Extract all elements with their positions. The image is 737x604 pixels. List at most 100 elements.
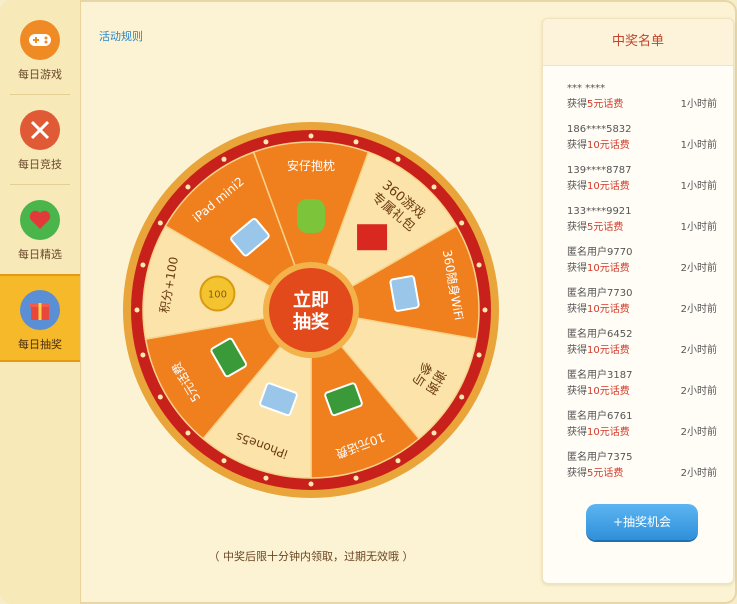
- sidebar-item-label: 每日游戏: [18, 68, 62, 81]
- winner-time: 2小时前: [680, 304, 717, 315]
- winner-prize-row: 获得10元话费 2小时前: [567, 343, 727, 359]
- winner-time: 2小时前: [680, 263, 717, 274]
- rim-dot: [263, 475, 269, 481]
- center-label-1: 立即: [293, 289, 329, 311]
- rim-dot: [308, 133, 314, 139]
- sidebar-item-daily-lottery[interactable]: 每日抽奖: [0, 274, 80, 362]
- winner-prize: 10元话费: [587, 181, 630, 192]
- rim-dot: [482, 307, 488, 313]
- winner-time: 1小时前: [680, 99, 717, 110]
- app-window: 每日游戏 每日竞技 每日精选 每日抽奖 活动规则 安仔抱枕 360游戏 专属礼包…: [0, 0, 737, 604]
- winner-user: 133****9921: [567, 206, 632, 217]
- winner-prize: 10元话费: [587, 304, 630, 315]
- prize-wheel-svg: 安仔抱枕360游戏专属礼包360随身WiFi谢谢参与10元话费iPhone5s5…: [123, 122, 499, 498]
- sidebar-item-label: 每日抽奖: [18, 338, 62, 351]
- claim-note: （ 中奖后限十分钟内领取，过期无效哦 ）: [208, 550, 414, 563]
- sidebar-item-daily-competition[interactable]: 每日竞技: [0, 96, 80, 180]
- rules-link[interactable]: 活动规则: [99, 28, 143, 44]
- winner-entry: 匿名用户7730 获得10元话费 2小时前: [567, 286, 727, 318]
- winner-time: 2小时前: [680, 468, 717, 479]
- winner-prefix: 获得: [567, 140, 587, 151]
- gift-box-icon: [357, 224, 388, 251]
- add-chance-button[interactable]: +抽奖机会: [586, 504, 698, 540]
- panel-title: 中奖名单: [543, 19, 733, 66]
- winner-prefix: 获得: [567, 263, 587, 274]
- wheel-segment-label: 安仔抱枕: [287, 158, 335, 173]
- winner-prefix: 获得: [567, 99, 587, 110]
- divider: [10, 184, 70, 185]
- winner-entry: 匿名用户6452 获得10元话费 2小时前: [567, 327, 727, 359]
- divider: [10, 94, 70, 95]
- winner-prize: 5元话费: [587, 222, 624, 233]
- winner-prize-row: 获得10元话费 2小时前: [567, 384, 727, 400]
- rim-dot: [185, 430, 191, 436]
- rim-dot: [353, 139, 359, 145]
- winner-prize-row: 获得5元话费 1小时前: [567, 220, 727, 236]
- winner-prefix: 获得: [567, 181, 587, 192]
- rim-dot: [157, 220, 163, 226]
- winner-prize: 10元话费: [587, 427, 630, 438]
- rim-dot: [185, 184, 191, 190]
- main-area: 活动规则 安仔抱枕 360游戏 专属礼包 360随身WiFi 谢谢 参与 10元话费 iPho…: [81, 0, 541, 604]
- winner-user: 139****8787: [567, 165, 632, 176]
- rim-dot: [395, 156, 401, 162]
- winner-prize-row: 获得10元话费 2小时前: [567, 302, 727, 318]
- sidebar: 每日游戏 每日竞技 每日精选 每日抽奖: [0, 0, 81, 604]
- winner-prize: 5元话费: [587, 468, 624, 479]
- sidebar-item-daily-picks[interactable]: 每日精选: [0, 186, 80, 270]
- rim-dot: [221, 458, 227, 464]
- heart-icon: [20, 200, 60, 240]
- winner-entry: 匿名用户6761 获得10元话费 2小时前: [567, 409, 727, 441]
- rim-dot: [431, 184, 437, 190]
- winner-prize-row: 获得5元话费 2小时前: [567, 466, 727, 482]
- svg-text:100: 100: [208, 290, 227, 301]
- winners-panel: 中奖名单 *** **** 获得5元话费 1小时前 186****5832 获得10元话…: [542, 18, 734, 584]
- rim-dot: [134, 307, 140, 313]
- rim-dot: [353, 475, 359, 481]
- winner-prize-row: 获得10元话费 1小时前: [567, 179, 727, 195]
- winner-entry: 匿名用户3187 获得10元话费 2小时前: [567, 368, 727, 400]
- rim-dot: [308, 481, 314, 487]
- winner-prize-row: 获得5元话费 1小时前: [567, 97, 727, 113]
- winner-user: 匿名用户6452: [567, 329, 633, 340]
- prize-wheel: 安仔抱枕 360游戏 专属礼包 360随身WiFi 谢谢 参与 10元话费 iPhone5s 5…: [121, 120, 501, 500]
- winner-user: *** ****: [567, 83, 606, 94]
- winner-time: 1小时前: [680, 181, 717, 192]
- coin-icon: 100: [199, 275, 236, 312]
- winner-prefix: 获得: [567, 468, 587, 479]
- winner-prize-row: 获得10元话费 1小时前: [567, 138, 727, 154]
- winner-prefix: 获得: [567, 345, 587, 356]
- winner-time: 2小时前: [680, 386, 717, 397]
- rim-dot: [263, 139, 269, 145]
- winner-entry: 186****5832 获得10元话费 1小时前: [567, 122, 727, 154]
- winner-entry: 匿名用户7375 获得5元话费 2小时前: [567, 450, 727, 482]
- rim-dot: [395, 458, 401, 464]
- rim-dot: [140, 352, 146, 358]
- winner-prize: 10元话费: [587, 140, 630, 151]
- android-plush-icon: [297, 199, 325, 233]
- winner-prefix: 获得: [567, 386, 587, 397]
- winner-entry: *** **** 获得5元话费 1小时前: [567, 81, 727, 113]
- rim-dot: [459, 394, 465, 400]
- rim-dot: [459, 220, 465, 226]
- rim-dot: [221, 156, 227, 162]
- rim-dot: [476, 262, 482, 268]
- winner-prefix: 获得: [567, 427, 587, 438]
- sidebar-item-daily-games[interactable]: 每日游戏: [0, 6, 80, 90]
- center-label-2: 抽奖: [293, 311, 330, 333]
- svg-text:安仔抱枕: 安仔抱枕: [287, 158, 335, 173]
- winner-entry: 匿名用户9770 获得10元话费 2小时前: [567, 245, 727, 277]
- rim-dot: [157, 394, 163, 400]
- sidebar-item-label: 每日精选: [18, 248, 62, 261]
- winner-time: 1小时前: [680, 222, 717, 233]
- rim-dot: [431, 430, 437, 436]
- winner-user: 匿名用户7730: [567, 288, 633, 299]
- winner-prefix: 获得: [567, 222, 587, 233]
- winner-prefix: 获得: [567, 304, 587, 315]
- winner-time: 2小时前: [680, 427, 717, 438]
- winner-time: 1小时前: [680, 140, 717, 151]
- winner-user: 匿名用户3187: [567, 370, 633, 381]
- winner-entry: 139****8787 获得10元话费 1小时前: [567, 163, 727, 195]
- winner-prize: 10元话费: [587, 386, 630, 397]
- winner-user: 匿名用户7375: [567, 452, 633, 463]
